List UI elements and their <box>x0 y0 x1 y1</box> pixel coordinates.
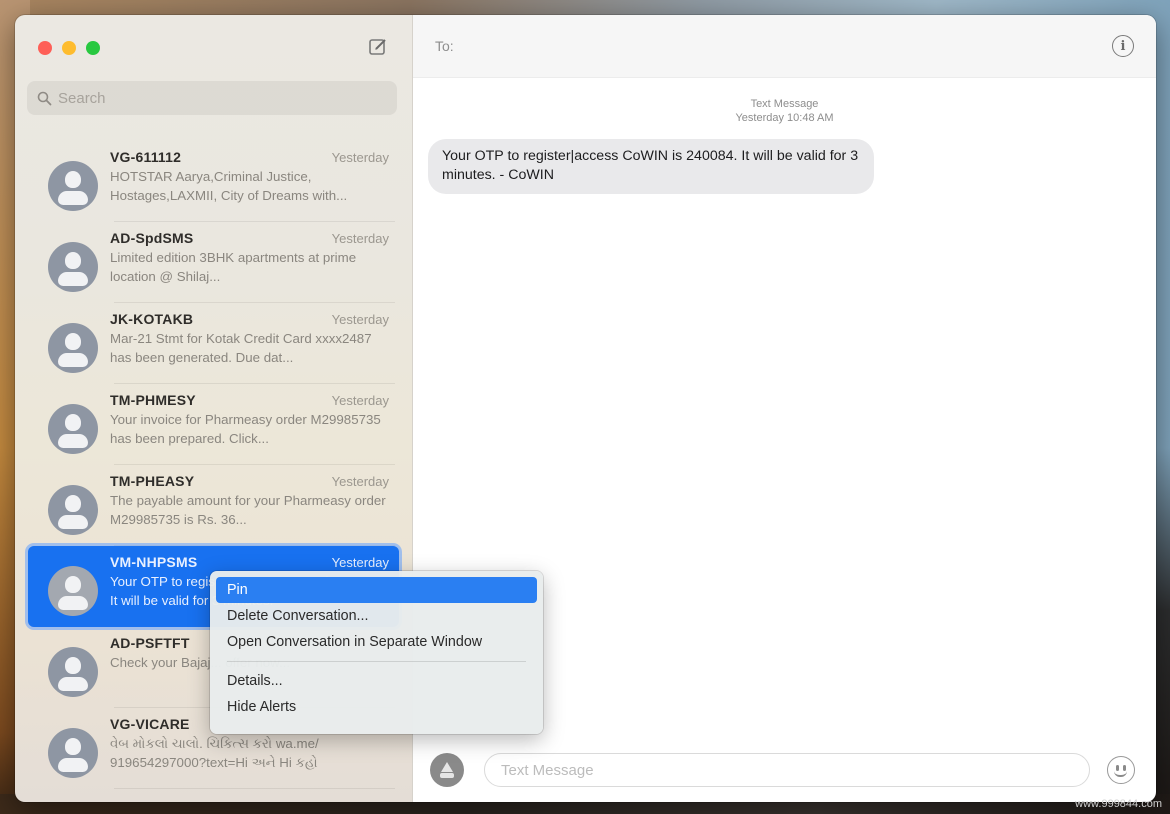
menu-item-delete-conversation[interactable]: Delete Conversation... <box>216 603 537 629</box>
search-icon <box>37 91 52 105</box>
avatar <box>48 161 98 211</box>
conversation-header: VM-NHPSMS Yesterday <box>110 554 389 570</box>
minimize-button[interactable] <box>62 41 76 55</box>
service-label: Text Message <box>750 98 819 110</box>
conversation-time: Yesterday <box>331 312 389 327</box>
conversation-item[interactable]: TM-PHMESY Yesterday Your invoice for Pha… <box>28 384 399 465</box>
conversation-preview: Limited edition 3BHK apartments at prime… <box>110 250 357 284</box>
conversation-header: JK-KOTAKB Yesterday <box>110 311 389 327</box>
emoji-button[interactable] <box>1107 756 1135 784</box>
conversation-name: VM-NHPSMS <box>110 554 198 570</box>
avatar <box>48 242 98 292</box>
conversation-name: TM-PHEASY <box>110 473 195 489</box>
compose-button[interactable] <box>368 37 388 57</box>
conversation-time: Yesterday <box>331 474 389 489</box>
conversation-header: AD-SpdSMS Yesterday <box>110 230 389 246</box>
message-meta: Text Message Yesterday 10:48 AM <box>413 97 1156 125</box>
person-icon <box>65 333 81 350</box>
conversation-header: TM-PHEASY Yesterday <box>110 473 389 489</box>
conversation-time: Yesterday <box>331 393 389 408</box>
conversation-time: Yesterday <box>331 231 389 246</box>
search-input[interactable] <box>58 89 378 107</box>
person-icon-body <box>58 191 88 205</box>
conversation-name: VG-VICARE <box>110 716 190 732</box>
menu-item-pin[interactable]: Pin <box>216 577 537 603</box>
conversation-item[interactable]: TM-PHEASY Yesterday The payable amount f… <box>28 465 399 546</box>
incoming-message-bubble[interactable]: Your OTP to register|access CoWIN is 240… <box>428 139 874 194</box>
message-field[interactable] <box>484 753 1090 787</box>
conversation-preview: HOTSTAR Aarya,Criminal Justice, Hostages… <box>110 169 348 203</box>
person-icon-body <box>58 353 88 367</box>
conversation-item[interactable]: VG-611112 Yesterday HOTSTAR Aarya,Crimin… <box>28 141 399 222</box>
person-icon <box>65 495 81 512</box>
person-icon <box>65 576 81 593</box>
traffic-lights <box>38 41 100 55</box>
conversation-name: AD-PSFTFT <box>110 635 190 651</box>
watermark: www.999844.com <box>1075 798 1162 810</box>
info-icon: i <box>1120 38 1126 54</box>
avatar <box>48 728 98 778</box>
person-icon <box>65 414 81 431</box>
messages-window: VG-611112 Yesterday HOTSTAR Aarya,Crimin… <box>15 15 1156 802</box>
conversation-name: AD-SpdSMS <box>110 230 194 246</box>
conversation-header: VG-611112 Yesterday <box>110 149 389 165</box>
menu-item-open-separate-window[interactable]: Open Conversation in Separate Window <box>216 629 537 655</box>
menu-item-details[interactable]: Details... <box>216 668 537 694</box>
avatar <box>48 323 98 373</box>
zoom-button[interactable] <box>86 41 100 55</box>
recipient-input[interactable] <box>459 38 1060 54</box>
close-button[interactable] <box>38 41 52 55</box>
message-timestamp: Yesterday 10:48 AM <box>735 112 834 124</box>
person-icon-body <box>58 272 88 286</box>
conversation-item[interactable]: AD-SpdSMS Yesterday Limited edition 3BHK… <box>28 222 399 303</box>
conversation-name: TM-PHMESY <box>110 392 196 408</box>
menu-item-hide-alerts[interactable]: Hide Alerts <box>216 694 537 720</box>
conversation-preview: Mar-21 Stmt for Kotak Credit Card xxxx24… <box>110 331 372 365</box>
conversation-time: Yesterday <box>331 555 389 570</box>
conversation-header: TM-PHMESY Yesterday <box>110 392 389 408</box>
avatar <box>48 485 98 535</box>
search-field[interactable] <box>27 81 397 115</box>
person-icon <box>65 171 81 188</box>
divider <box>114 788 395 789</box>
conversation-preview: Your invoice for Pharmeasy order M299857… <box>110 412 381 446</box>
person-icon-body <box>58 758 88 772</box>
emoji-icon-mouth <box>1114 771 1127 777</box>
avatar <box>48 404 98 454</box>
conversation-item[interactable]: JK-KOTAKB Yesterday Mar-21 Stmt for Kota… <box>28 303 399 384</box>
recipient-header: To: i <box>413 15 1156 78</box>
conversation-name: VG-611112 <box>110 149 182 165</box>
conversation-text: VG-611112 Yesterday HOTSTAR Aarya,Crimin… <box>110 149 399 205</box>
conversation-text: JK-KOTAKB Yesterday Mar-21 Stmt for Kota… <box>110 311 399 367</box>
person-icon-body <box>58 515 88 529</box>
avatar <box>48 647 98 697</box>
person-icon <box>65 657 81 674</box>
conversation-text: TM-PHMESY Yesterday Your invoice for Pha… <box>110 392 399 448</box>
menu-separator <box>227 661 526 662</box>
sidebar-titlebar <box>15 15 412 77</box>
app-store-button[interactable] <box>430 753 464 787</box>
info-button[interactable]: i <box>1112 35 1134 57</box>
avatar <box>48 566 98 616</box>
to-label: To: <box>435 38 454 54</box>
context-menu: Pin Delete Conversation... Open Conversa… <box>210 571 543 734</box>
person-icon <box>65 252 81 269</box>
conversation-time: Yesterday <box>331 150 389 165</box>
message-input[interactable] <box>501 761 1089 779</box>
person-icon <box>65 738 81 755</box>
conversation-name: JK-KOTAKB <box>110 311 194 327</box>
conversation-text: TM-PHEASY Yesterday The payable amount f… <box>110 473 399 529</box>
conversation-text: AD-SpdSMS Yesterday Limited edition 3BHK… <box>110 230 399 286</box>
conversation-preview: The payable amount for your Pharmeasy or… <box>110 493 386 527</box>
compose-bar <box>413 738 1156 802</box>
conversation-preview: વેબ મોકલો ચાલો. ચિકિત્સ કરો wa.me/ 91965… <box>110 736 319 770</box>
person-icon-body <box>58 596 88 610</box>
compose-icon <box>369 39 386 55</box>
person-icon-body <box>58 677 88 691</box>
person-icon-body <box>58 434 88 448</box>
